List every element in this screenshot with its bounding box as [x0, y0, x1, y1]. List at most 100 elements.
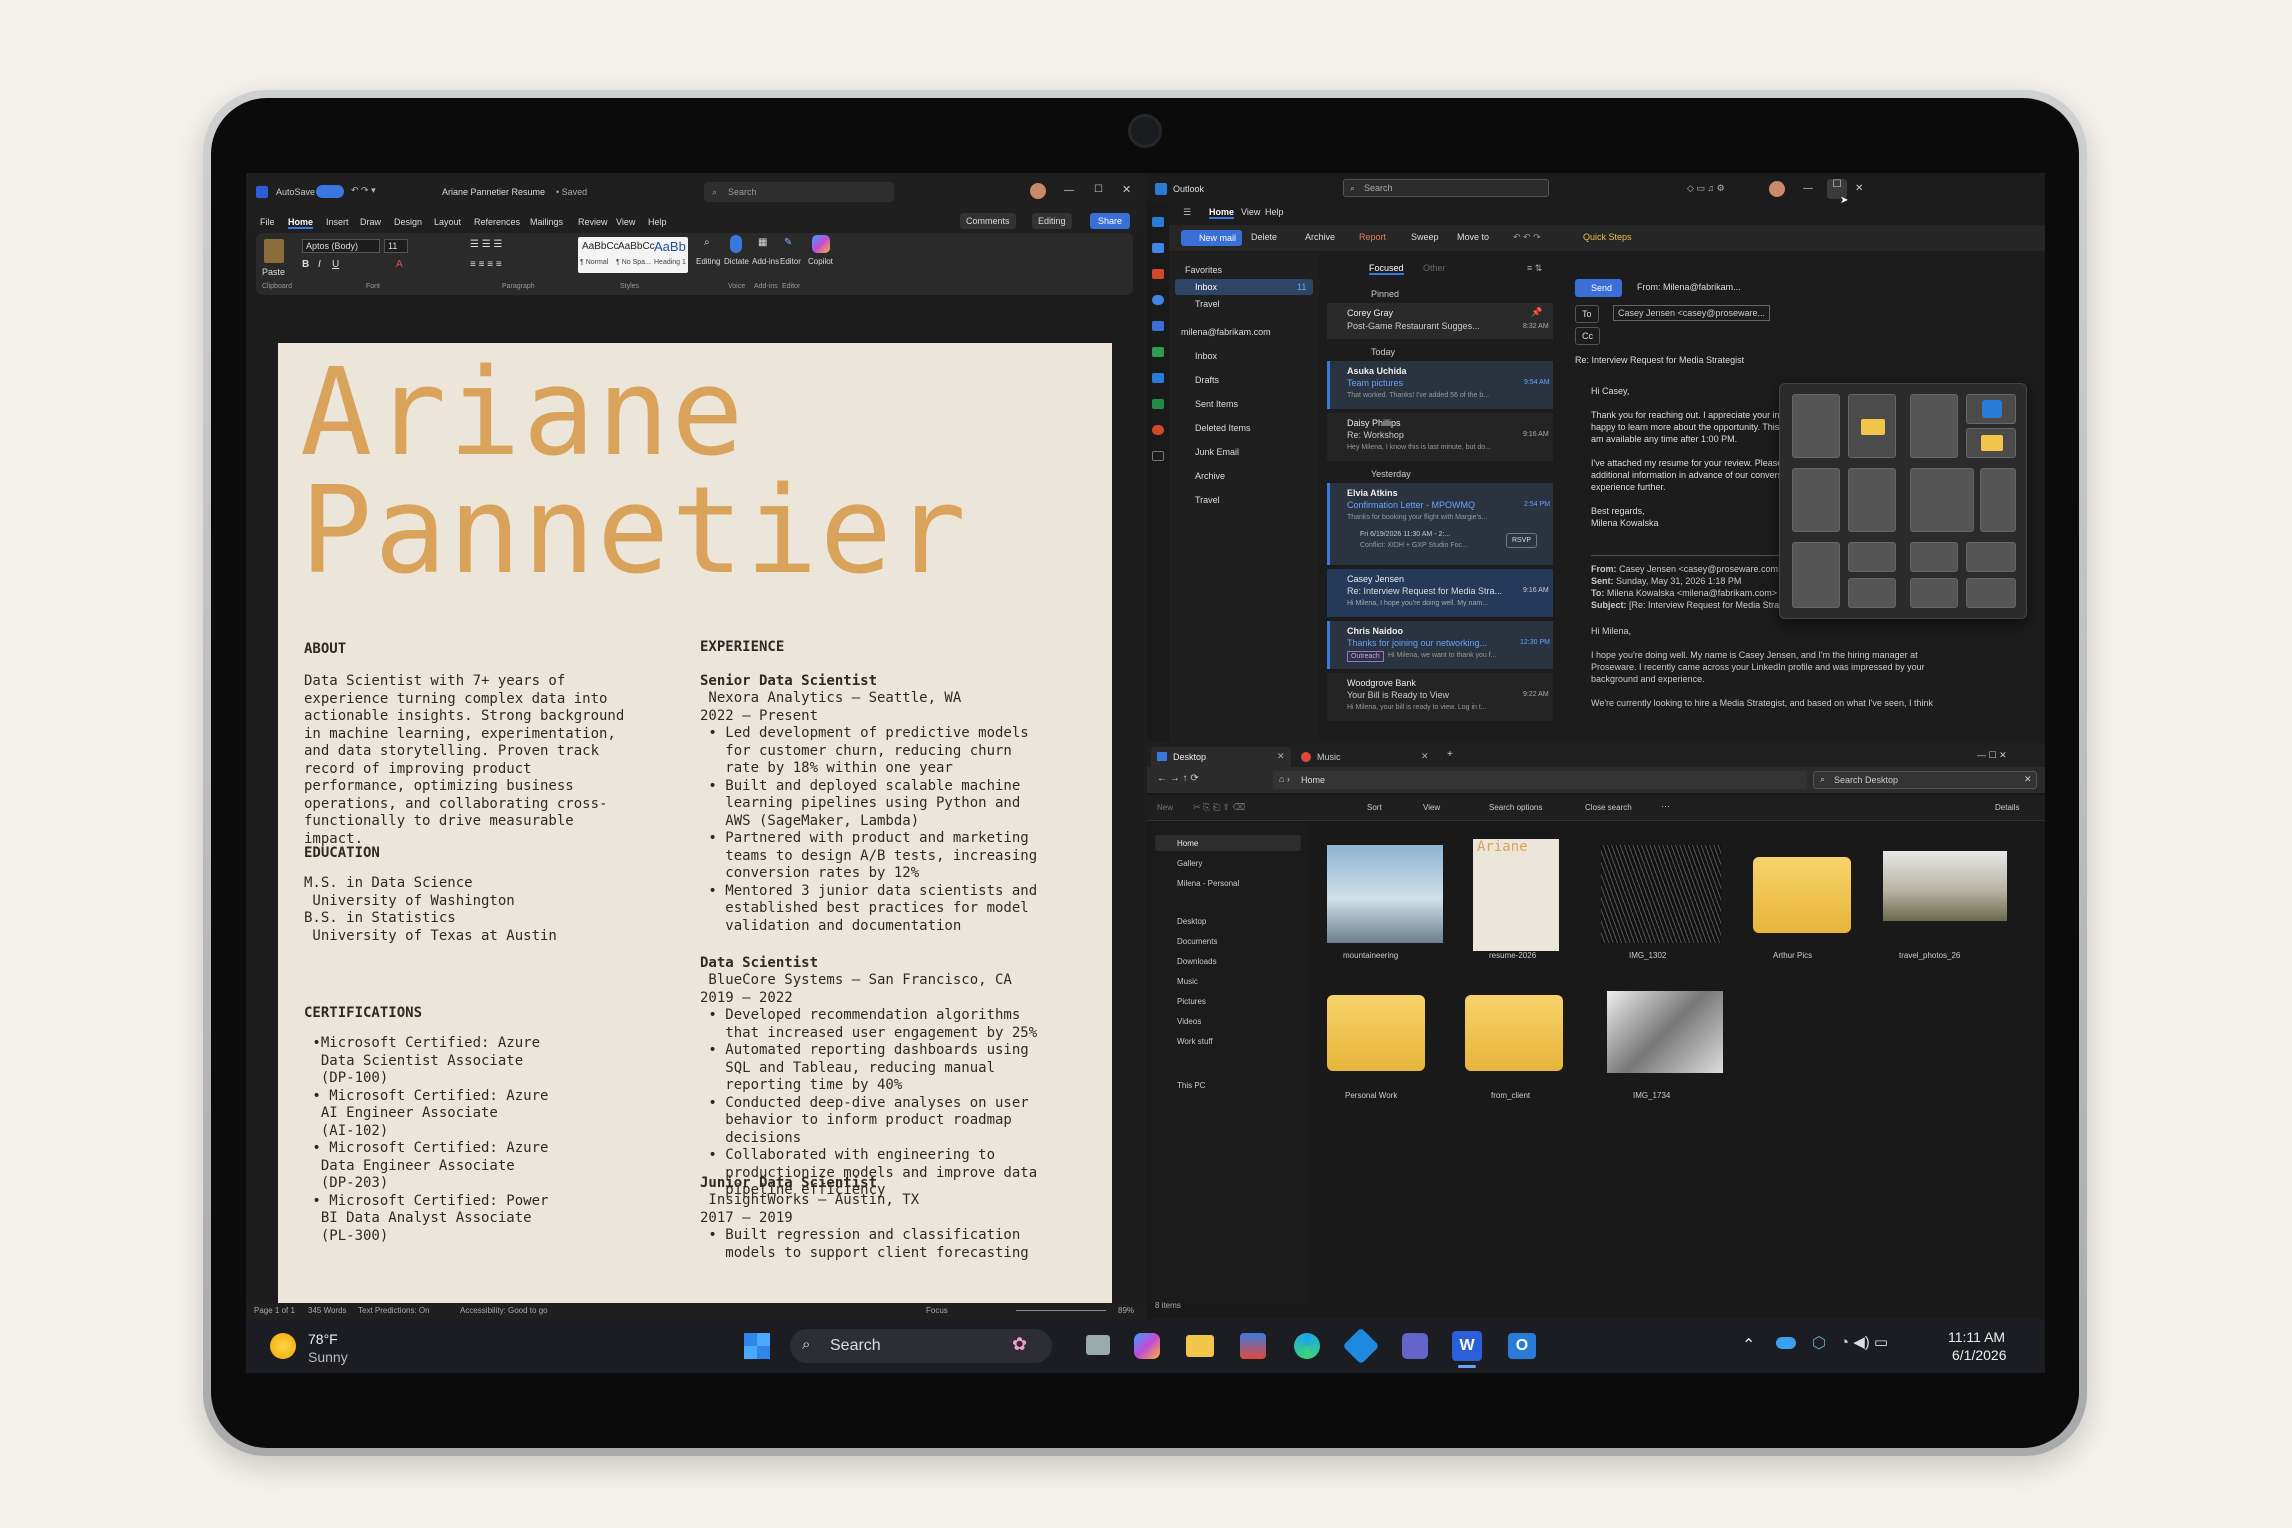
nav-home[interactable]: Home	[1155, 835, 1301, 851]
sort-button[interactable]: Sort	[1367, 803, 1382, 812]
weather-temp[interactable]: 78°F	[308, 1331, 338, 1347]
quick-steps-button[interactable]: Quick Steps	[1583, 232, 1632, 242]
file-name[interactable]: mountaineering	[1343, 951, 1398, 960]
file-thumbnail[interactable]	[1883, 851, 2007, 921]
word-search-box[interactable]: ⌕ Search	[704, 182, 894, 202]
snap-zone[interactable]	[1966, 394, 2016, 424]
copilot-icon[interactable]	[1134, 1333, 1160, 1359]
nav-music[interactable]: Music	[1177, 977, 1198, 986]
weather-condition[interactable]: Sunny	[308, 1349, 348, 1365]
details-button[interactable]: Details	[1995, 803, 2019, 812]
font-color-icon[interactable]: A	[396, 259, 403, 270]
folder-travel-fav[interactable]: Travel	[1195, 299, 1220, 309]
zoom-slider[interactable]	[1016, 1310, 1106, 1311]
nav-videos[interactable]: Videos	[1177, 1017, 1201, 1026]
nav-downloads[interactable]: Downloads	[1177, 957, 1217, 966]
nav-pictures[interactable]: Pictures	[1177, 997, 1206, 1006]
snap-zone[interactable]	[1910, 468, 1974, 532]
folder-junk[interactable]: Junk Email	[1195, 447, 1239, 457]
nav-gallery[interactable]: Gallery	[1177, 859, 1202, 868]
outlook-tab-home[interactable]: Home	[1209, 207, 1235, 219]
autosave-toggle[interactable]	[316, 185, 344, 198]
file-thumbnail[interactable]	[1327, 845, 1443, 943]
font-size-box[interactable]: 11	[384, 239, 408, 253]
explorer-search-box[interactable]: ⌕ Search Desktop ✕	[1813, 771, 2037, 789]
start-icon[interactable]	[744, 1333, 770, 1359]
tab-home[interactable]: Home	[288, 217, 314, 229]
clock-date[interactable]: 6/1/2026	[1952, 1347, 2007, 1363]
editor-icon[interactable]: ✎	[784, 237, 792, 248]
folder-icon[interactable]	[1465, 995, 1563, 1071]
snap-zone[interactable]	[1966, 428, 2016, 458]
minimize-icon[interactable]: —	[1064, 185, 1074, 196]
outlook-tab-help[interactable]: Help	[1265, 207, 1284, 217]
align-icon[interactable]: ≡ ≡ ≡ ≡	[470, 259, 502, 270]
excel-app-icon[interactable]	[1152, 399, 1164, 409]
folder-inbox-fav[interactable]: Inbox 11	[1175, 279, 1313, 295]
avatar[interactable]	[1769, 181, 1785, 197]
italic-button[interactable]: I	[318, 259, 321, 270]
snap-zone[interactable]	[1966, 578, 2016, 608]
list-item[interactable]: Chris Naidoo Thanks for joining our netw…	[1327, 621, 1553, 669]
rsvp-button[interactable]: RSVP	[1506, 533, 1538, 548]
archive-button[interactable]: Archive	[1305, 232, 1335, 242]
find-icon[interactable]: ⌕	[704, 237, 710, 248]
sweep-button[interactable]: Sweep	[1411, 232, 1439, 242]
styles-gallery[interactable]: AaBbCc ¶ Normal AaBbCc ¶ No Spa... AaBb …	[578, 237, 688, 273]
file-name[interactable]: Personal Work	[1345, 1091, 1397, 1100]
tab-other[interactable]: Other	[1423, 263, 1446, 273]
send-button[interactable]: Send	[1575, 279, 1623, 297]
remote-desktop-icon[interactable]	[1342, 1327, 1380, 1365]
list-item[interactable]: Elvia Atkins Confirmation Letter - MPOWM…	[1327, 483, 1553, 565]
favorites-heading[interactable]: Favorites	[1185, 265, 1222, 275]
onedrive-icon[interactable]	[1776, 1337, 1796, 1349]
nav-desktop[interactable]: Desktop	[1177, 917, 1206, 926]
tab-desktop[interactable]: Desktop ✕	[1151, 747, 1291, 767]
folder-sent[interactable]: Sent Items	[1195, 399, 1238, 409]
editing-mode-button[interactable]: Editing	[1032, 213, 1072, 229]
reply-icon[interactable]: ↶ ↶ ↷	[1513, 232, 1541, 243]
close-search-button[interactable]: Close search	[1585, 803, 1632, 812]
clear-search-icon[interactable]: ✕	[2024, 774, 2032, 785]
snap-zone[interactable]	[1848, 468, 1896, 532]
hamburger-icon[interactable]: ☰	[1183, 207, 1191, 218]
nav-work-stuff[interactable]: Work stuff	[1177, 1037, 1213, 1046]
move-to-button[interactable]: Move to	[1457, 232, 1489, 242]
from-field[interactable]: From: Milena@fabrikam...	[1637, 282, 1741, 292]
file-explorer-icon[interactable]	[1186, 1335, 1214, 1357]
word-count[interactable]: 345 Words	[308, 1306, 347, 1315]
snap-zone[interactable]	[1966, 542, 2016, 572]
folder-travel[interactable]: Travel	[1195, 495, 1220, 505]
text-predictions[interactable]: Text Predictions: On	[358, 1306, 430, 1315]
more-options-icon[interactable]: ···	[1661, 801, 1670, 811]
outlook-tab-view[interactable]: View	[1241, 207, 1260, 217]
tab-draw[interactable]: Draw	[360, 217, 381, 227]
pin-icon[interactable]: 📌	[1531, 307, 1542, 318]
task-view-icon[interactable]	[1086, 1335, 1110, 1355]
folder-drafts[interactable]: Drafts	[1195, 375, 1219, 385]
snap-zone[interactable]	[1792, 468, 1840, 532]
file-name[interactable]: Arthur Pics	[1773, 951, 1812, 960]
folder-archive[interactable]: Archive	[1195, 471, 1225, 481]
security-icon[interactable]: ⬡	[1812, 1333, 1826, 1353]
new-tab-icon[interactable]: +	[1447, 749, 1453, 760]
comments-button[interactable]: Comments	[960, 213, 1016, 229]
calendar-icon[interactable]	[1152, 243, 1164, 253]
snap-zone[interactable]	[1980, 468, 2016, 532]
edge-icon[interactable]	[1294, 1333, 1320, 1359]
document-page[interactable]: Ariane Pannetier ABOUT Data Scientist wi…	[278, 343, 1112, 1311]
file-name[interactable]: resume-2026	[1489, 951, 1536, 960]
nav-onedrive[interactable]: Milena - Personal	[1177, 879, 1239, 888]
outlook-taskbar-icon[interactable]: O	[1508, 1333, 1536, 1359]
tab-view[interactable]: View	[616, 217, 635, 227]
copilot-icon[interactable]	[812, 235, 830, 253]
clock-time[interactable]: 11:11 AM	[1948, 1329, 2005, 1345]
share-button[interactable]: Share	[1090, 213, 1131, 229]
maximize-icon[interactable]: ☐	[1094, 184, 1103, 195]
chevron-up-icon[interactable]: ⌃	[1742, 1335, 1755, 1355]
snap-zone[interactable]	[1910, 578, 1958, 608]
filter-icon[interactable]: ≡ ⇅	[1527, 263, 1542, 274]
file-name[interactable]: travel_photos_26	[1899, 951, 1960, 960]
close-icon[interactable]: ✕	[1122, 183, 1131, 196]
report-button[interactable]: Report	[1359, 232, 1386, 242]
